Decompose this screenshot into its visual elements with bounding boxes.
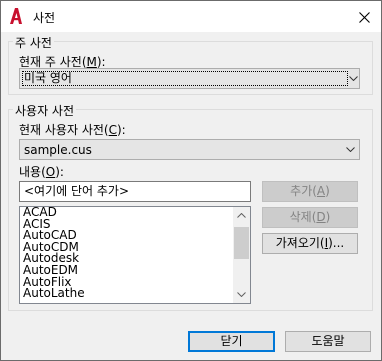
chevron-down-icon (348, 69, 359, 88)
user-dictionary-label: 현재 사용자 사전(C): (19, 123, 126, 137)
user-dictionary-group-title: 사용자 사전 (13, 102, 77, 119)
user-dictionary-select[interactable]: sample.cus (19, 139, 360, 160)
scroll-thumb[interactable] (234, 227, 249, 259)
word-list-items: ACAD ACIS AutoCAD AutoCDM Autodesk AutoE… (23, 207, 85, 300)
add-word-button[interactable]: 추가(A) (262, 181, 358, 202)
scroll-up-button[interactable] (233, 207, 250, 224)
word-list-scrollbar[interactable] (233, 207, 250, 303)
content-label: 내용(O): (19, 165, 64, 179)
close-window-button[interactable] (353, 7, 375, 27)
import-button[interactable]: 가져오기(I)... (262, 233, 358, 254)
help-button[interactable]: 도움말 (285, 331, 371, 352)
user-dictionary-selected-value: sample.cus (24, 142, 92, 157)
autocad-app-icon (10, 8, 22, 24)
scroll-down-button[interactable] (233, 286, 250, 303)
main-dictionary-group-title: 주 사전 (13, 34, 54, 51)
chevron-down-icon (237, 292, 246, 297)
word-list[interactable]: ACAD ACIS AutoCAD AutoCDM Autodesk AutoE… (19, 206, 251, 304)
window-title: 사전 (33, 11, 56, 25)
dictionary-dialog: 사전 주 사전 현재 주 사전(M): 미국 영어 사용자 사전 현재 사용자 … (0, 0, 382, 361)
close-button[interactable]: 닫기 (188, 331, 275, 352)
chevron-up-icon (237, 213, 246, 218)
title-bar: 사전 (1, 1, 381, 32)
main-dictionary-selected-value: 미국 영어 (22, 71, 348, 86)
chevron-down-icon (342, 140, 359, 159)
main-dictionary-select[interactable]: 미국 영어 (19, 68, 360, 89)
list-item[interactable]: AutoLathe (23, 287, 85, 300)
close-icon (358, 11, 370, 23)
delete-word-button[interactable]: 삭제(D) (262, 207, 358, 228)
word-input[interactable]: <여기에 단어 추가> (19, 181, 251, 202)
